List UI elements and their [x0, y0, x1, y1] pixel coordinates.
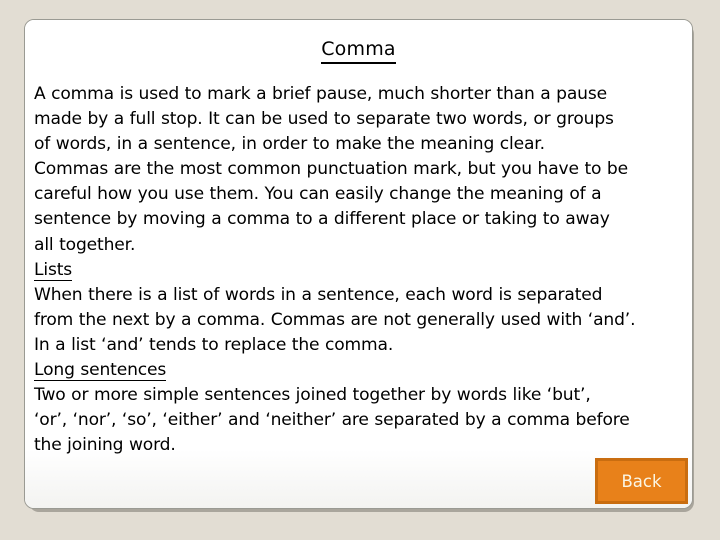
back-button-label: Back: [621, 471, 662, 491]
body-line: sentence by moving a comma to a differen…: [34, 209, 610, 230]
body-line: the joining word.: [34, 435, 176, 456]
lesson-body: A comma is used to mark a brief pause, m…: [34, 82, 684, 458]
body-line: all together.: [34, 234, 136, 255]
section-subheading-text: Lists: [34, 259, 73, 281]
body-line: When there is a list of words in a sente…: [34, 284, 603, 305]
section-subheading-text: Long sentences: [34, 360, 167, 382]
body-line: ‘or’, ‘nor’, ‘so’, ‘either’ and ‘neither…: [34, 410, 630, 431]
section-subheading: Lists: [34, 258, 684, 283]
body-line: from the next by a comma. Commas are not…: [34, 309, 636, 330]
body-line: careful how you use them. You can easily…: [34, 184, 602, 205]
body-line: of words, in a sentence, in order to mak…: [34, 134, 545, 155]
body-line: Two or more simple sentences joined toge…: [34, 385, 591, 406]
slide-canvas: Comma A comma is used to mark a brief pa…: [0, 0, 720, 540]
body-line: A comma is used to mark a brief pause, m…: [34, 84, 607, 104]
content-card-inner: Comma A comma is used to mark a brief pa…: [25, 20, 692, 508]
body-line: Commas are the most common punctuation m…: [34, 159, 628, 180]
content-card: Comma A comma is used to mark a brief pa…: [24, 19, 693, 509]
body-line: made by a full stop. It can be used to s…: [34, 109, 614, 130]
page-title: Comma: [25, 38, 692, 64]
section-subheading: Long sentences: [34, 358, 684, 383]
page-title-text: Comma: [321, 38, 396, 64]
body-line: In a list ‘and’ tends to replace the com…: [34, 334, 394, 355]
back-button[interactable]: Back: [595, 458, 688, 504]
